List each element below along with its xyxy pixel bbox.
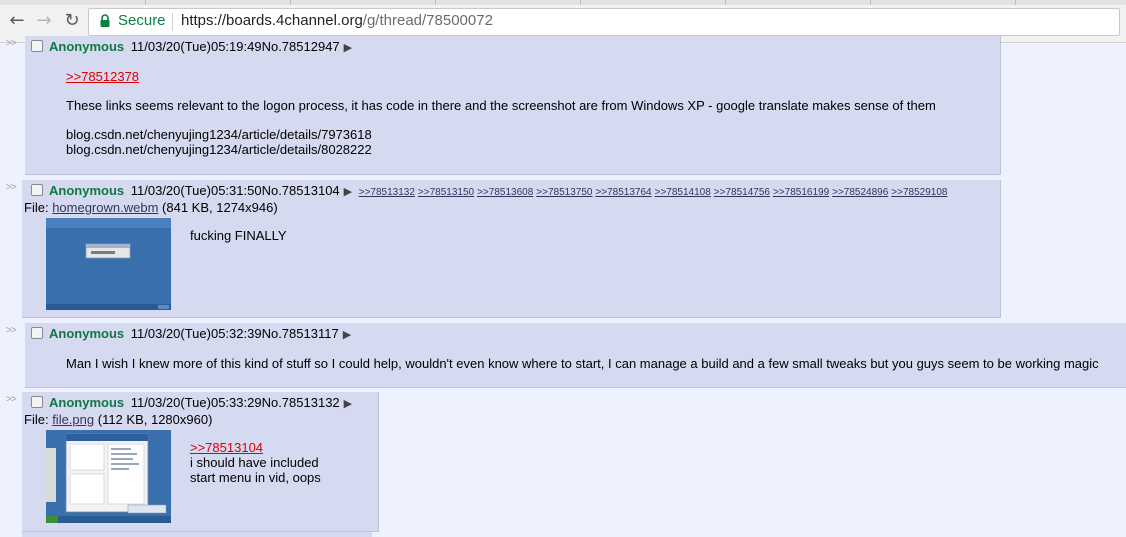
poster-name: Anonymous — [49, 39, 125, 54]
reload-icon[interactable]: ↻ — [61, 10, 83, 32]
file-link[interactable]: file.png — [52, 412, 94, 427]
url-path: /g/thread/78500072 — [362, 12, 493, 29]
post-message: fucking FINALLY — [190, 228, 287, 243]
post-info: Anonymous 11/03/20(Tue)05:19:49No.785129… — [31, 39, 355, 55]
post-number[interactable]: No.78513117 — [262, 326, 339, 341]
file-label: File: — [24, 412, 49, 427]
message-line: i should have included — [190, 455, 319, 470]
backlink[interactable]: >>78529108 — [891, 187, 947, 198]
reply-post: Anonymous 11/03/20(Tue)05:33:29No.785131… — [22, 392, 379, 532]
backlinks: >>78513132 >>78513150 >>78513608 >>78513750… — [359, 187, 951, 198]
address-bar[interactable]: Secure https://boards.4channel.org/g/thr… — [88, 8, 1120, 36]
post-message: >>78513104 i should have included start … — [190, 440, 321, 485]
post-datetime: 11/03/20(Tue)05:19:49 — [130, 39, 262, 54]
png-thumbnail-image — [46, 430, 171, 523]
post-message: Man I wish I knew more of this kind of s… — [66, 356, 1099, 371]
tab-divider — [725, 0, 726, 5]
post-datetime: 11/03/20(Tue)05:31:50 — [130, 183, 262, 198]
quote-link[interactable]: >>78513104 — [190, 440, 321, 455]
post-number[interactable]: No.78512947 — [262, 39, 340, 54]
url-text[interactable]: https://boards.4channel.org/g/thread/785… — [181, 12, 493, 29]
tab-divider — [145, 0, 146, 5]
poster-name: Anonymous — [49, 395, 125, 410]
file-info: File: file.png (112 KB, 1280x960) — [24, 412, 212, 427]
message-link: blog.csdn.net/chenyujing1234/article/det… — [66, 142, 372, 157]
file-info: File: homegrown.webm (841 KB, 1274x946) — [24, 200, 278, 215]
backlink[interactable]: >>78513750 — [536, 187, 592, 198]
post-message: >>78512378 These links seems relevant to… — [66, 69, 996, 157]
message-line: These links seems relevant to the logon … — [66, 98, 936, 113]
file-label: File: — [24, 200, 49, 215]
file-meta: (841 KB, 1274x946) — [162, 200, 278, 215]
file-thumbnail[interactable] — [46, 218, 171, 310]
post-select-checkbox[interactable] — [31, 40, 43, 52]
post-select-checkbox[interactable] — [31, 184, 43, 196]
tab-divider — [870, 0, 871, 5]
post-number[interactable]: No.78513132 — [262, 395, 340, 410]
webm-thumbnail-image — [46, 218, 171, 310]
backlink[interactable]: >>78513150 — [418, 187, 474, 198]
post-datetime: 11/03/20(Tue)05:32:39 — [130, 326, 262, 341]
triangle-right-icon[interactable]: ▶ — [344, 398, 352, 410]
next-reply-edge — [22, 532, 372, 537]
file-meta: (112 KB, 1280x960) — [97, 412, 213, 427]
post-datetime: 11/03/20(Tue)05:33:29 — [130, 395, 262, 410]
backlink[interactable]: >>78514108 — [655, 187, 711, 198]
post-info: Anonymous 11/03/20(Tue)05:32:39No.785131… — [31, 326, 354, 342]
post-select-checkbox[interactable] — [31, 327, 43, 339]
reply-side-marker: >> — [6, 38, 17, 49]
tab-divider — [435, 0, 436, 5]
post-info: Anonymous 11/03/20(Tue)05:33:29No.785131… — [31, 395, 355, 411]
lock-icon — [100, 14, 110, 27]
backlink[interactable]: >>78513132 — [359, 187, 415, 198]
backlink[interactable]: >>78524896 — [832, 187, 888, 198]
poster-name: Anonymous — [49, 183, 125, 198]
secure-label: Secure — [118, 12, 166, 29]
backlink[interactable]: >>78513608 — [477, 187, 533, 198]
arrow-left-icon[interactable]: ← — [6, 10, 28, 32]
message-line: start menu in vid, oops — [190, 470, 321, 485]
triangle-right-icon[interactable]: ▶ — [343, 329, 351, 341]
tab-strip — [0, 0, 1126, 5]
post-info: Anonymous 11/03/20(Tue)05:31:50No.785131… — [31, 183, 950, 199]
post-select-checkbox[interactable] — [31, 396, 43, 408]
reply-side-marker: >> — [6, 394, 17, 405]
quote-link[interactable]: >>78512378 — [66, 69, 996, 84]
file-link[interactable]: homegrown.webm — [52, 200, 158, 215]
poster-name: Anonymous — [49, 326, 125, 341]
triangle-right-icon[interactable]: ▶ — [344, 42, 352, 54]
reply-post: Anonymous 11/03/20(Tue)05:19:49No.785129… — [25, 36, 1001, 175]
tab-divider — [1015, 0, 1016, 5]
backlink[interactable]: >>78513764 — [595, 187, 651, 198]
reply-post: Anonymous 11/03/20(Tue)05:31:50No.785131… — [22, 180, 1001, 318]
reply-side-marker: >> — [6, 325, 17, 336]
message-link: blog.csdn.net/chenyujing1234/article/det… — [66, 127, 372, 142]
backlink[interactable]: >>78516199 — [773, 187, 829, 198]
tab-divider — [290, 0, 291, 5]
omnibox-divider — [172, 13, 173, 31]
triangle-right-icon[interactable]: ▶ — [344, 186, 352, 198]
url-host: https://boards.4channel.org — [181, 12, 363, 29]
reply-side-marker: >> — [6, 182, 17, 193]
post-number[interactable]: No.78513104 — [262, 183, 340, 198]
file-thumbnail[interactable] — [46, 430, 171, 523]
arrow-right-icon[interactable]: → — [33, 10, 55, 32]
reply-post: Anonymous 11/03/20(Tue)05:32:39No.785131… — [25, 323, 1126, 388]
backlink[interactable]: >>78514756 — [714, 187, 770, 198]
tab-divider — [580, 0, 581, 5]
